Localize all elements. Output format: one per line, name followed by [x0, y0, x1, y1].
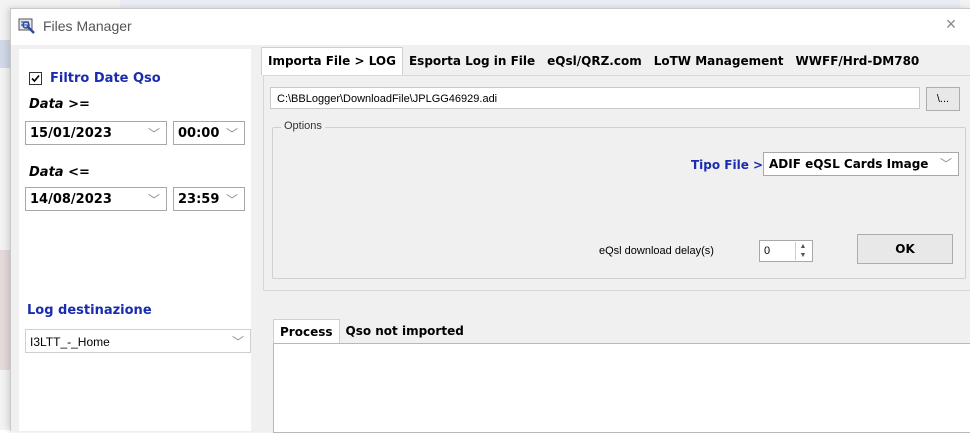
title-bar[interactable]: Files Manager ×	[11, 9, 970, 45]
tab-esporta-log[interactable]: Esporta Log in File	[403, 49, 541, 73]
chevron-down-icon: ﹀	[225, 193, 238, 207]
window-title: Files Manager	[43, 18, 132, 34]
date-to-label: Data <=	[29, 165, 90, 180]
chevron-down-icon: ﹀	[147, 193, 160, 207]
chevron-down-icon: ﹀	[231, 335, 244, 349]
log-destination-value: I3LTT_-_Home	[30, 335, 110, 349]
tipo-file-select[interactable]: ADIF eQSL Cards Image ﹀	[763, 152, 959, 176]
check-icon	[31, 74, 40, 83]
background-app-strip	[120, 0, 960, 8]
process-log-area[interactable]	[273, 343, 970, 433]
eqsl-delay-spinner[interactable]: 0 ▲ ▼	[759, 240, 813, 262]
chevron-down-icon: ﹀	[939, 157, 952, 171]
close-button[interactable]: ×	[931, 9, 970, 41]
time-to-picker[interactable]: 23:59 ﹀	[173, 187, 245, 211]
ok-button[interactable]: OK	[857, 234, 953, 264]
tab-eqsl-qrz[interactable]: eQsl/QRZ.com	[541, 49, 648, 73]
files-manager-icon	[17, 16, 37, 36]
tab-importa-file[interactable]: Importa File > LOG	[261, 47, 403, 75]
file-path-input[interactable]: C:\BBLogger\DownloadFile\JPLGG46929.adi	[270, 87, 920, 109]
log-destination-label: Log destinazione	[27, 303, 152, 318]
filter-date-checkbox-row[interactable]: Filtro Date Qso	[29, 71, 161, 86]
tab-wwff-hrd[interactable]: WWFF/Hrd-DM780	[790, 49, 926, 73]
tipo-file-value: ADIF eQSL Cards Image	[769, 157, 929, 171]
log-destination-select[interactable]: I3LTT_-_Home ﹀	[25, 329, 251, 353]
spin-up-icon[interactable]: ▲	[796, 242, 810, 251]
eqsl-delay-label: eQsl download delay(s)	[599, 245, 714, 257]
chevron-down-icon: ﹀	[225, 127, 238, 141]
browse-button[interactable]: \...	[926, 87, 960, 111]
filter-panel: Filtro Date Qso Data >= 15/01/2023 ﹀ 00:…	[19, 49, 251, 431]
files-manager-window: Files Manager × Filtro Date Qso Data >= …	[10, 8, 970, 433]
tab-lotw-management[interactable]: LoTW Management	[648, 49, 790, 73]
date-from-label: Data >=	[29, 97, 90, 112]
eqsl-delay-value: 0	[764, 245, 771, 257]
filter-date-label: Filtro Date Qso	[50, 71, 161, 86]
time-to-value: 23:59	[178, 192, 220, 207]
time-from-value: 00:00	[178, 126, 220, 141]
spin-down-icon[interactable]: ▼	[796, 251, 810, 260]
tab-process[interactable]: Process	[273, 319, 340, 345]
tab-qso-not-imported[interactable]: Qso not imported	[340, 319, 470, 343]
import-tab-panel: C:\BBLogger\DownloadFile\JPLGG46929.adi …	[263, 75, 970, 291]
date-to-picker[interactable]: 14/08/2023 ﹀	[25, 187, 167, 211]
options-group: Options Tipo File > ADIF eQSL Cards Imag…	[272, 120, 966, 279]
tipo-file-label: Tipo File >	[691, 158, 764, 172]
process-tabs: Process Qso not imported	[273, 319, 470, 345]
date-from-value: 15/01/2023	[30, 126, 112, 141]
spin-buttons[interactable]: ▲ ▼	[795, 242, 810, 260]
options-label: Options	[281, 120, 325, 132]
close-icon: ×	[945, 14, 957, 34]
main-tabs: Importa File > LOG Esporta Log in File e…	[261, 47, 926, 75]
chevron-down-icon: ﹀	[147, 127, 160, 141]
time-from-picker[interactable]: 00:00 ﹀	[173, 121, 245, 145]
filter-date-checkbox[interactable]	[29, 72, 42, 85]
date-from-picker[interactable]: 15/01/2023 ﹀	[25, 121, 167, 145]
date-to-value: 14/08/2023	[30, 192, 112, 207]
